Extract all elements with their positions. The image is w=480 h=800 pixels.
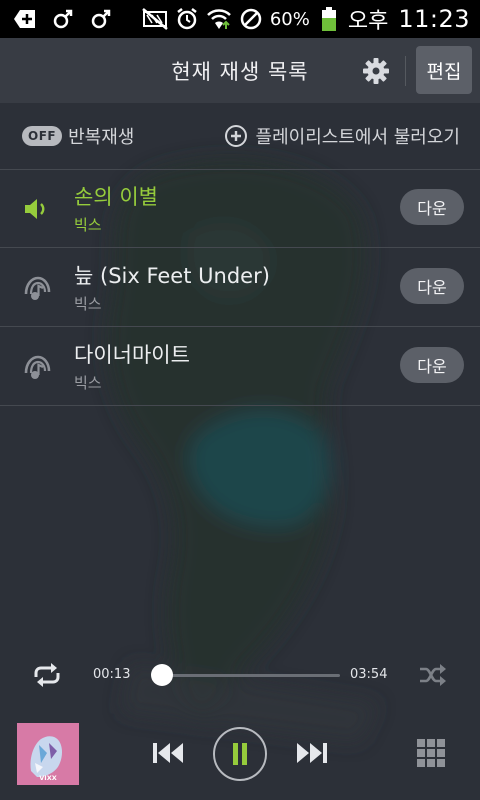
- track-artist: 빅스: [74, 374, 102, 392]
- add-icon: [12, 6, 38, 32]
- skip-previous-icon: [153, 743, 183, 763]
- album-logo-text: VIXX: [39, 774, 56, 782]
- seek-bar[interactable]: [152, 674, 340, 677]
- add-circle-icon: [224, 125, 247, 147]
- download-button[interactable]: 다운: [400, 189, 464, 225]
- pause-button[interactable]: [213, 727, 267, 781]
- status-bar: 60% 오후 11:23: [0, 0, 480, 38]
- speaker-playing-icon: [22, 195, 52, 223]
- streaming-note-icon: [22, 353, 52, 381]
- shuffle-icon: [420, 664, 446, 686]
- page-title: 현재 재생 목록: [171, 59, 309, 84]
- app-header: 현재 재생 목록 편집: [0, 38, 480, 103]
- no-sync-icon: [238, 6, 264, 32]
- seek-thumb[interactable]: [151, 664, 174, 686]
- total-time: 03:54: [350, 667, 388, 682]
- track-title: 늪 (Six Feet Under): [74, 264, 270, 288]
- repeat-state-badge: OFF: [22, 126, 63, 146]
- shuffle-button[interactable]: [416, 660, 450, 690]
- playlist-toolbar: OFF 반복재생 플레이리스트에서 불러오기: [0, 103, 480, 170]
- clock-ampm: 오후: [347, 9, 389, 34]
- settings-button[interactable]: [360, 55, 392, 87]
- edit-button[interactable]: 편집: [416, 46, 472, 94]
- album-art-thumbnail[interactable]: VIXX: [17, 723, 79, 785]
- track-list: 손의 이별 빅스 다운 늪 (Six Feet Under) 빅스 다운 다이너…: [0, 169, 480, 406]
- gear-icon: [363, 58, 389, 84]
- grid-icon: [417, 739, 445, 767]
- track-title: 다이너마이트: [74, 343, 190, 367]
- gender-icon: [50, 6, 76, 32]
- repeat-label: 반복재생: [68, 127, 135, 148]
- current-time: 00:13: [93, 667, 131, 682]
- battery-icon: [316, 6, 342, 32]
- download-button[interactable]: 다운: [400, 268, 464, 304]
- repeat-button[interactable]: [30, 660, 64, 690]
- track-item[interactable]: 손의 이별 빅스 다운: [0, 169, 480, 248]
- pause-icon: [233, 743, 247, 765]
- mute-icon: [142, 6, 168, 32]
- playback-progress: 00:13 03:54: [0, 656, 480, 694]
- alarm-icon: [174, 6, 200, 32]
- repeat-toggle[interactable]: OFF 반복재생: [22, 123, 134, 149]
- track-artist: 빅스: [74, 295, 102, 313]
- track-item[interactable]: 다이너마이트 빅스 다운: [0, 327, 480, 406]
- previous-button[interactable]: [150, 738, 188, 768]
- track-artist: 빅스: [74, 216, 102, 234]
- menu-grid-button[interactable]: [416, 738, 446, 768]
- load-from-playlist-button[interactable]: 플레이리스트에서 불러오기: [224, 123, 460, 149]
- repeat-icon: [34, 663, 60, 687]
- wifi-icon: [206, 6, 232, 32]
- next-button[interactable]: [292, 738, 330, 768]
- header-divider: [405, 56, 406, 86]
- skip-next-icon: [297, 743, 327, 763]
- player-controls: VIXX: [0, 718, 480, 790]
- clock-time: 11:23: [398, 5, 470, 33]
- load-playlist-label: 플레이리스트에서 불러오기: [255, 127, 460, 148]
- track-title: 손의 이별: [74, 185, 158, 209]
- download-button[interactable]: 다운: [400, 347, 464, 383]
- battery-percent: 60%: [269, 8, 310, 30]
- gender-icon: [88, 6, 114, 32]
- streaming-note-icon: [22, 274, 52, 302]
- track-item[interactable]: 늪 (Six Feet Under) 빅스 다운: [0, 248, 480, 327]
